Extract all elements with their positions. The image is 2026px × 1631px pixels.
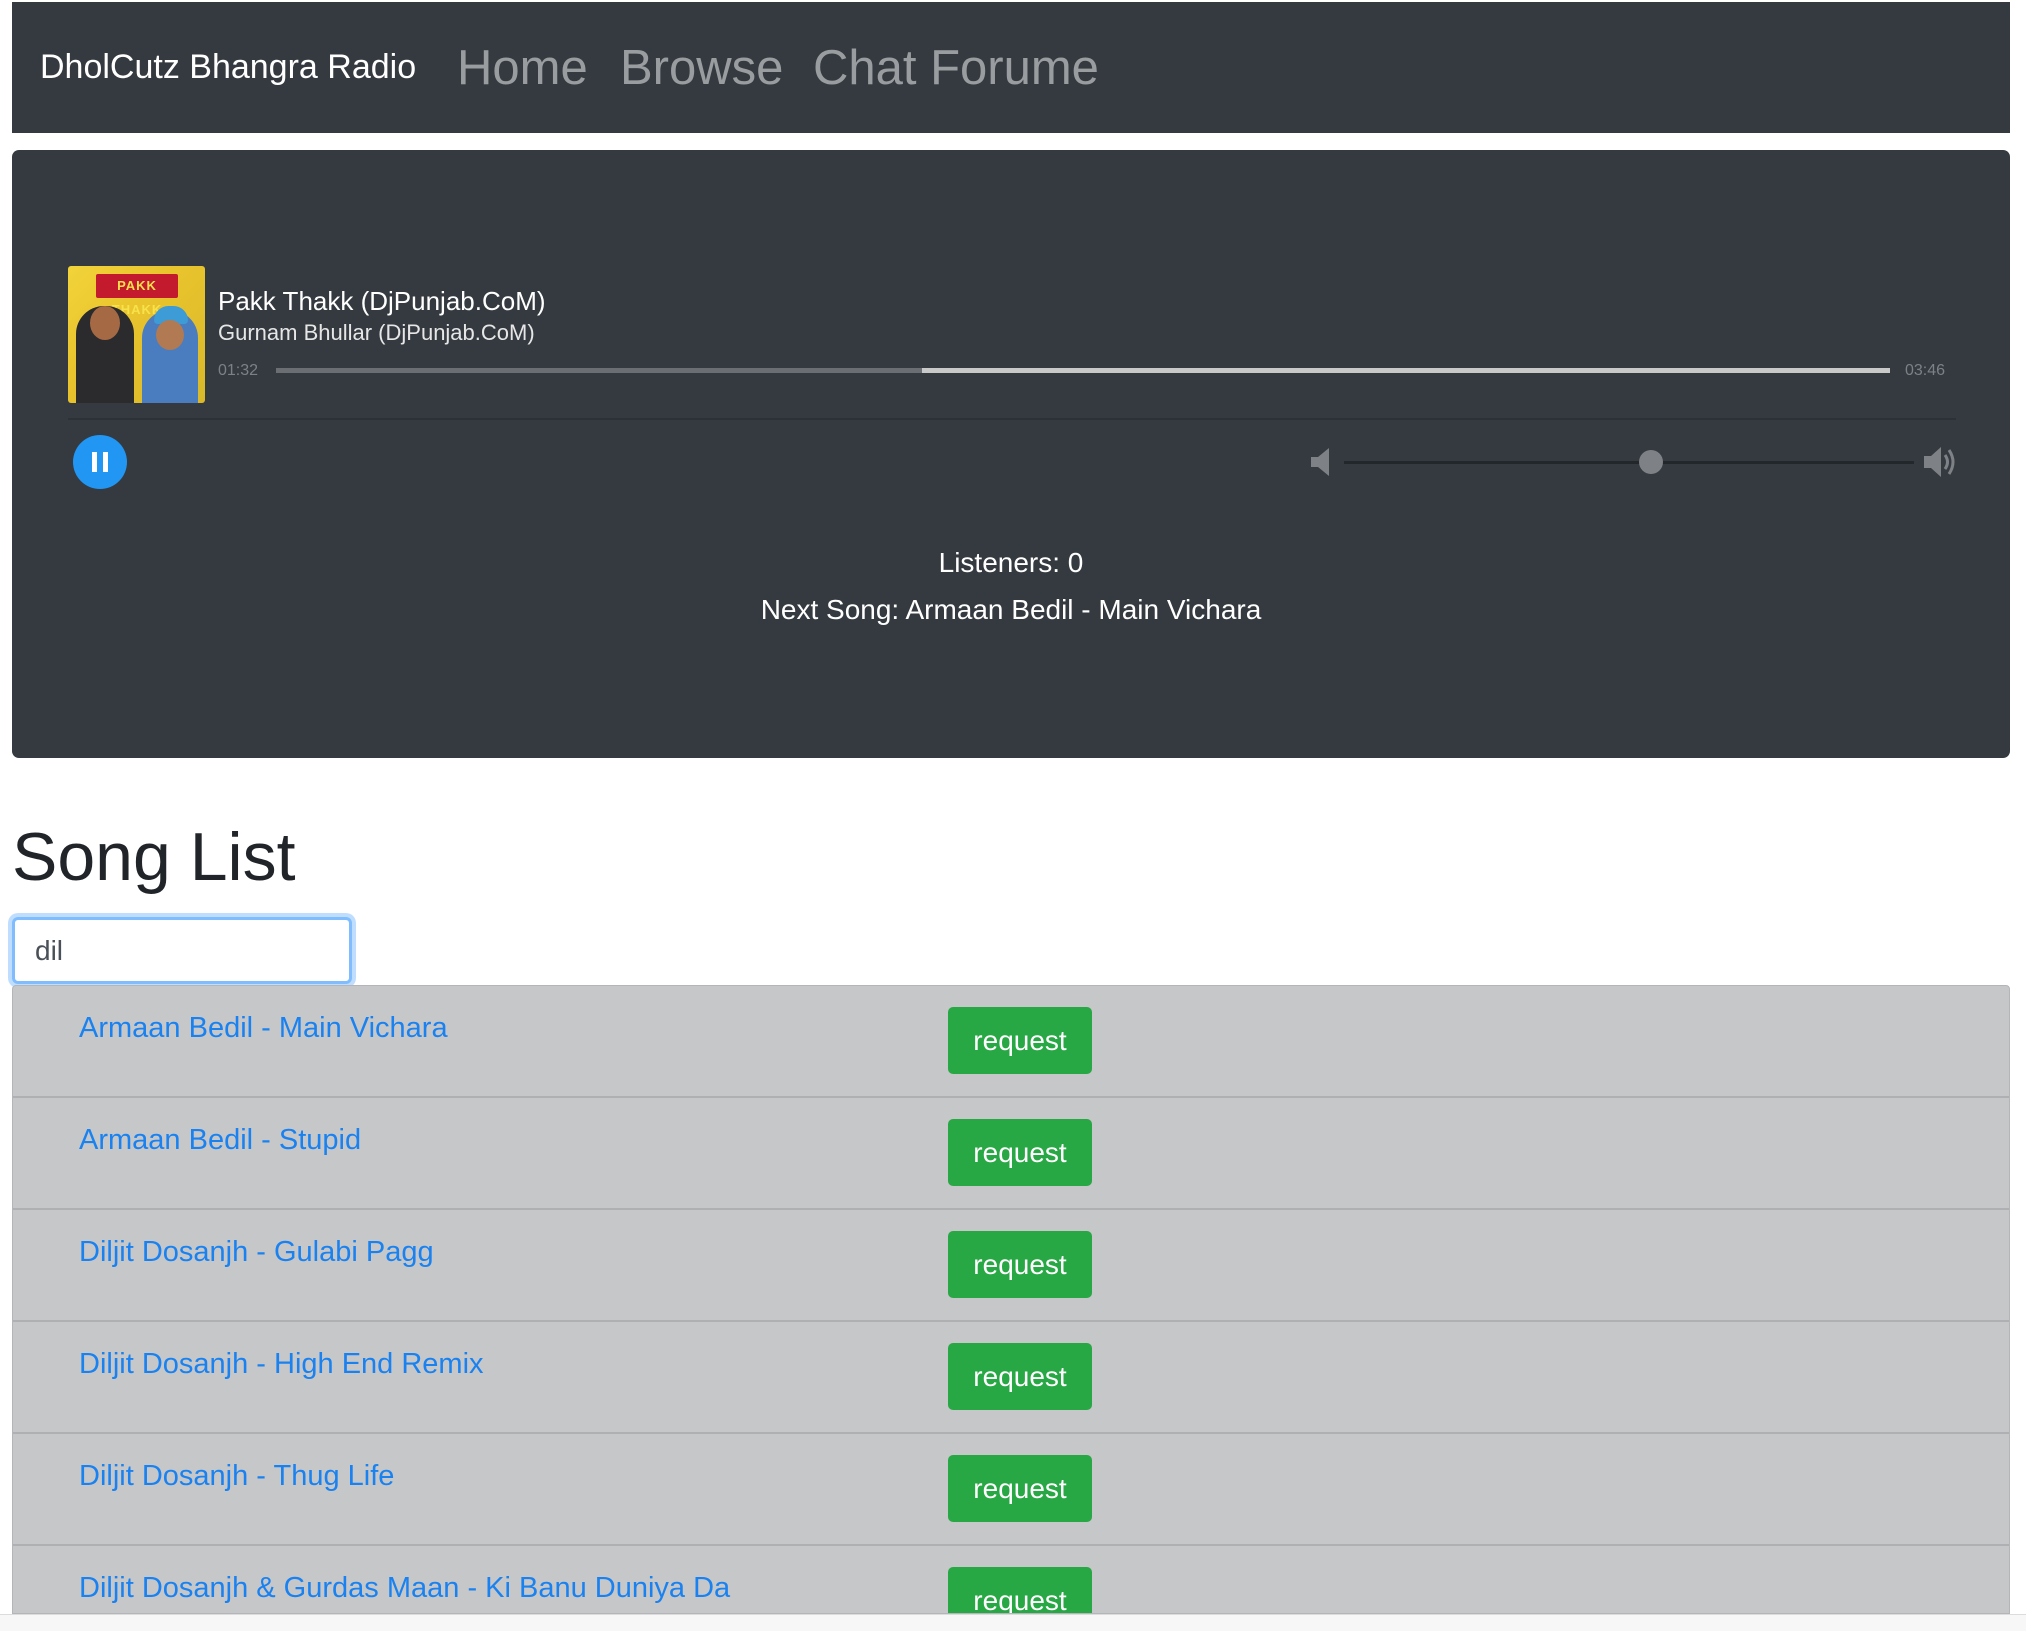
song-link[interactable]: Diljit Dosanjh - High End Remix	[79, 1348, 484, 1381]
list-item: Armaan Bedil - Stupid request	[13, 1098, 2009, 1210]
song-link[interactable]: Armaan Bedil - Stupid	[79, 1124, 361, 1157]
time-total: 03:46	[1905, 362, 1946, 379]
song-link[interactable]: Diljit Dosanjh - Gulabi Pagg	[79, 1236, 434, 1269]
album-art-title-logo: PAKK THAKK	[96, 274, 178, 317]
request-button[interactable]: request	[948, 1231, 1092, 1298]
next-song-label: Next Song: Armaan Bedil - Main Vichara	[760, 594, 1262, 625]
track-artist: Gurnam Bhullar (DjPunjab.CoM)	[218, 320, 535, 345]
list-item: Diljit Dosanjh - High End Remix request	[13, 1322, 2009, 1434]
browser-bottom-edge	[0, 1614, 2026, 1631]
song-link[interactable]: Diljit Dosanjh - Thug Life	[79, 1460, 394, 1493]
song-results-list: Armaan Bedil - Main Vichara request Arma…	[12, 985, 2010, 1614]
playback-progress-fill	[276, 368, 922, 373]
request-button[interactable]: request	[948, 1119, 1092, 1186]
pause-icon	[92, 452, 108, 472]
album-art-image: PAKK THAKK	[68, 266, 205, 403]
volume-low-icon[interactable]	[1309, 446, 1335, 478]
nav-link-browse[interactable]: Browse	[620, 40, 783, 96]
song-link[interactable]: Armaan Bedil - Main Vichara	[79, 1012, 448, 1045]
list-item: Diljit Dosanjh & Gurdas Maan - Ki Banu D…	[13, 1546, 2009, 1613]
nav-link-chat-forum[interactable]: Chat Forume	[813, 40, 1099, 96]
request-button[interactable]: request	[948, 1007, 1092, 1074]
song-link[interactable]: Diljit Dosanjh & Gurdas Maan - Ki Banu D…	[79, 1572, 730, 1605]
volume-slider-track[interactable]	[1344, 461, 1914, 464]
player-divider	[68, 418, 1956, 420]
nav-link-home[interactable]: Home	[457, 40, 588, 96]
list-item: Diljit Dosanjh - Thug Life request	[13, 1434, 2009, 1546]
brand-logo-text[interactable]: DholCutz Bhangra Radio	[40, 48, 416, 87]
time-elapsed: 01:32	[218, 362, 259, 379]
radio-player-panel: PAKK THAKK Pakk Thakk (DjPunjab.CoM) Gur…	[12, 150, 2010, 758]
song-list-heading: Song List	[12, 819, 296, 895]
volume-high-icon[interactable]	[1922, 444, 1958, 480]
request-button[interactable]: request	[948, 1455, 1092, 1522]
request-button[interactable]: request	[948, 1343, 1092, 1410]
pause-button[interactable]	[73, 435, 127, 489]
request-button[interactable]: request	[948, 1567, 1092, 1613]
track-title: Pakk Thakk (DjPunjab.CoM)	[218, 286, 546, 316]
top-navbar: DholCutz Bhangra Radio Home Browse Chat …	[12, 2, 2010, 133]
song-search-input[interactable]	[12, 917, 352, 984]
listeners-count: Listeners: 0	[938, 547, 1084, 578]
volume-slider-handle[interactable]	[1639, 450, 1663, 474]
list-item: Diljit Dosanjh - Gulabi Pagg request	[13, 1210, 2009, 1322]
playback-progress-bar[interactable]	[276, 368, 1890, 373]
list-item: Armaan Bedil - Main Vichara request	[13, 986, 2009, 1098]
